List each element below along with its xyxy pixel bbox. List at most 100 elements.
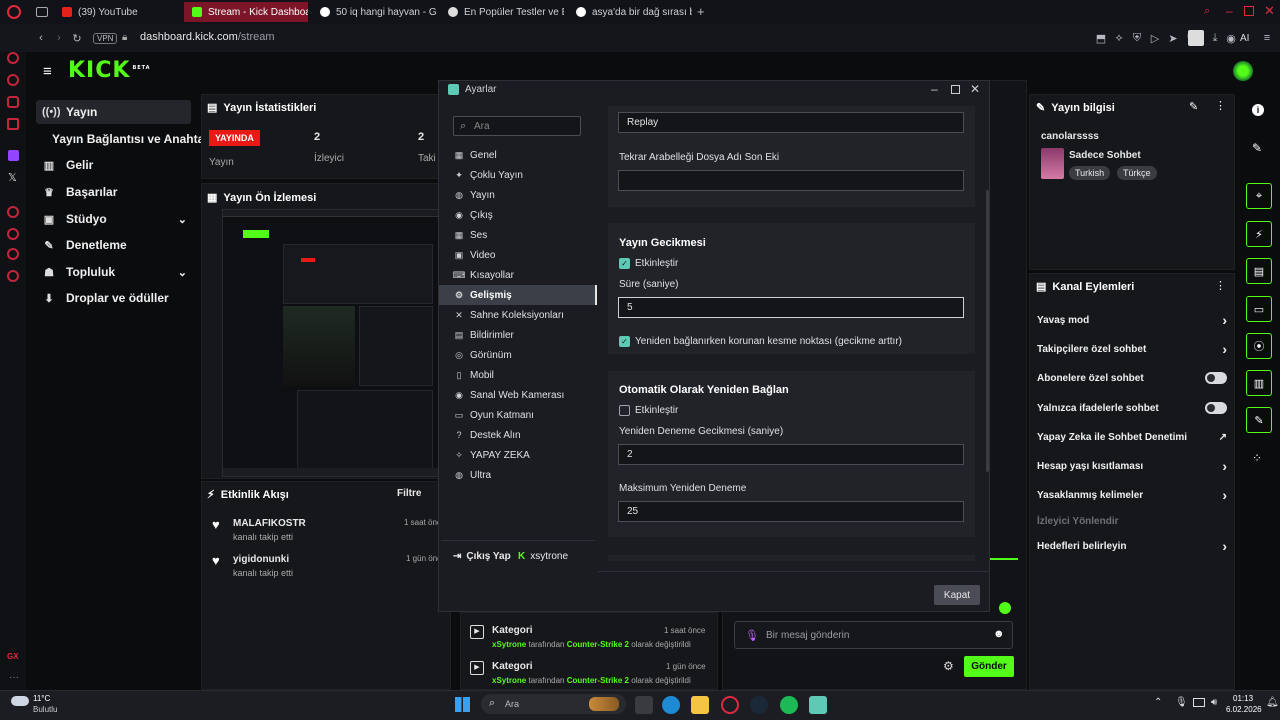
nav-item-revenue[interactable]: ▥ Gelir (36, 153, 191, 177)
taskbar-search[interactable]: ⌕ Ara (481, 694, 626, 714)
mic-icon[interactable]: 🎙︎ (745, 629, 759, 642)
settings-icon[interactable] (7, 270, 19, 282)
apps-icon[interactable]: ⁘ (1252, 451, 1262, 465)
settings-menu-advanced[interactable]: ⚙ Gelişmiş (439, 285, 597, 305)
reconnect-enable-checkbox[interactable] (619, 405, 630, 416)
avatar[interactable] (1233, 61, 1253, 81)
action-account-age[interactable]: Hesap yaşı kısıtlaması › (1037, 456, 1227, 476)
search-tabs-icon[interactable]: ⌕ (1204, 5, 1210, 18)
tab-tests[interactable]: En Popüler Testler ve Eğle (440, 2, 564, 22)
volume-tray-icon[interactable]: 🔊︎ (1211, 697, 1217, 708)
scan-icon[interactable]: ⌖ (1246, 183, 1272, 209)
pencil-icon[interactable]: ✎ (1252, 141, 1262, 155)
more-icon[interactable]: ··· (9, 672, 19, 683)
nav-item-moderation[interactable]: ✎ Denetleme (36, 233, 191, 257)
snapshot-icon[interactable]: ⬒ (1094, 31, 1108, 45)
workspaces-icon[interactable] (36, 7, 48, 17)
logout-button[interactable]: ⇥ Çıkış Yap (453, 551, 511, 562)
nav-item-studio[interactable]: ▣ Stüdyo ⌄ (36, 207, 191, 231)
display-tray-icon[interactable] (1193, 698, 1205, 707)
tab-google-search[interactable]: 50 iq hangi hayvan - Goog (312, 2, 436, 22)
whatsapp-icon[interactable] (7, 96, 19, 108)
pinboard-icon[interactable] (7, 248, 19, 260)
nav-item-stream-key[interactable]: Yayın Bağlantısı ve Anahtarı (36, 127, 212, 151)
nav-item-community[interactable]: ☗ Topluluk ⌄ (36, 260, 191, 284)
player-icon[interactable] (7, 206, 19, 218)
emote-icon[interactable] (999, 602, 1011, 614)
settings-menu-notifications[interactable]: ▤ Bildirimler (439, 325, 597, 345)
nav-item-drops[interactable]: ⬇ Droplar ve ödüller (36, 286, 191, 310)
settings-menu-virtual-webcam[interactable]: ◉ Sanal Web Kamerası (439, 385, 597, 405)
settings-menu-mobile[interactable]: ▯ Mobil (439, 365, 597, 385)
settings-menu-game-overlay[interactable]: ▭ Oyun Katmanı (439, 405, 597, 425)
gx-icon[interactable]: GX (7, 652, 19, 661)
settings-menu-video[interactable]: ▣ Video (439, 245, 597, 265)
download-icon[interactable]: ⤓ (1208, 31, 1222, 45)
delay-enable-checkbox[interactable]: ✓ (619, 258, 630, 269)
action-banned-words[interactable]: Yasaklanmış kelimeler › (1037, 485, 1227, 505)
forward-icon[interactable]: › (52, 31, 66, 45)
more-options-icon[interactable]: ⋮ (1215, 279, 1226, 292)
file-explorer-icon[interactable] (691, 696, 709, 714)
send-button[interactable]: Gönder (964, 656, 1014, 677)
stream-preview-video[interactable] (222, 209, 440, 477)
bookmark-icon[interactable]: ⟡ (1112, 31, 1126, 45)
settings-menu-appearance[interactable]: ◎ Görünüm (439, 345, 597, 365)
wrench-icon[interactable]: ✎ (1246, 407, 1272, 433)
layout-icon[interactable]: ▥ (1246, 370, 1272, 396)
action-followers-only[interactable]: Takipçilere özel sohbet › (1037, 339, 1227, 359)
tab-youtube[interactable]: (39) YouTube (54, 2, 178, 22)
url-field[interactable]: dashboard.kick.com/stream (140, 31, 275, 43)
settings-menu-ultra[interactable]: ◍ Ultra (439, 465, 597, 485)
hamburger-icon[interactable]: ≡ (43, 63, 52, 80)
clock-time[interactable]: 01:13 (1233, 694, 1253, 703)
weather-temp[interactable]: 11°C (33, 694, 50, 703)
x-icon[interactable]: 𝕏 (8, 171, 17, 184)
kick-logo[interactable]: KICK BETA (68, 58, 151, 83)
emoji-icon[interactable]: ☻ (993, 628, 1005, 640)
activity-user-2[interactable]: yigidonunki (233, 554, 289, 565)
close-window-icon[interactable]: ✕ (1264, 3, 1275, 19)
edit-icon[interactable]: ✎ (1189, 100, 1198, 113)
send-icon[interactable]: ➤ (1166, 31, 1180, 45)
info-icon[interactable]: i (1252, 104, 1264, 116)
nav-item-achievements[interactable]: ♛ Başarılar (36, 180, 191, 204)
aria-icon[interactable] (7, 74, 19, 86)
history-icon[interactable] (7, 228, 19, 240)
minimize-window-icon[interactable]: – (1226, 4, 1233, 18)
tag-turkish[interactable]: Turkish (1069, 166, 1111, 180)
shield-icon[interactable]: ⛨ (1130, 31, 1144, 45)
bolt-icon[interactable]: ⚡︎ (1246, 221, 1272, 247)
settings-menu-hotkeys[interactable]: ⌨ Kısayollar (439, 265, 597, 285)
extension-icon[interactable] (1188, 30, 1204, 46)
more-options-icon[interactable]: ⋮ (1215, 99, 1226, 112)
document-icon[interactable]: ▤ (1246, 258, 1272, 284)
settings-scrollbar[interactable] (986, 190, 989, 472)
tab-kick-dashboard[interactable]: Stream - Kick Dashboard (184, 2, 308, 22)
activity-user-1[interactable]: MALAFIKOSTR (233, 518, 306, 529)
dialog-minimize-icon[interactable]: – (931, 82, 938, 96)
retry-delay-input[interactable]: 2 (618, 444, 964, 465)
settings-menu-scene-collections[interactable]: ✕ Sahne Koleksiyonları (439, 305, 597, 325)
max-retries-input[interactable]: 25 (618, 501, 964, 522)
action-emotes-only[interactable]: Yalnızca ifadelerle sohbet (1037, 398, 1227, 418)
action-slow-mode[interactable]: Yavaş mod › (1037, 310, 1227, 330)
close-button[interactable]: Kapat (934, 585, 980, 605)
tab-google-search-2[interactable]: asya'da bir dağ sırası bulm (568, 2, 692, 22)
gmail-icon[interactable] (7, 118, 19, 130)
settings-menu-general[interactable]: ▦ Genel (439, 145, 597, 165)
emotes-only-toggle[interactable] (1205, 402, 1227, 414)
settings-menu-output[interactable]: ◉ Çıkış (439, 205, 597, 225)
messenger-icon[interactable] (7, 52, 19, 64)
notifications-icon[interactable]: 🔔︎ (1266, 697, 1279, 708)
reload-icon[interactable]: ↻ (70, 31, 84, 45)
play-icon[interactable]: ▷ (1148, 31, 1162, 45)
twitch-icon[interactable] (8, 150, 19, 161)
action-ai-moderation[interactable]: Yapay Zeka ile Sohbet Denetimi ↗ (1037, 427, 1227, 447)
spotify-icon[interactable] (780, 696, 798, 714)
action-set-goals[interactable]: Hedefleri belirleyin › (1037, 536, 1227, 556)
new-tab-icon[interactable]: + (697, 4, 705, 19)
steam-icon[interactable] (750, 696, 768, 714)
replay-suffix-input[interactable] (618, 170, 964, 191)
camera-icon[interactable]: ◉ (1224, 31, 1238, 45)
